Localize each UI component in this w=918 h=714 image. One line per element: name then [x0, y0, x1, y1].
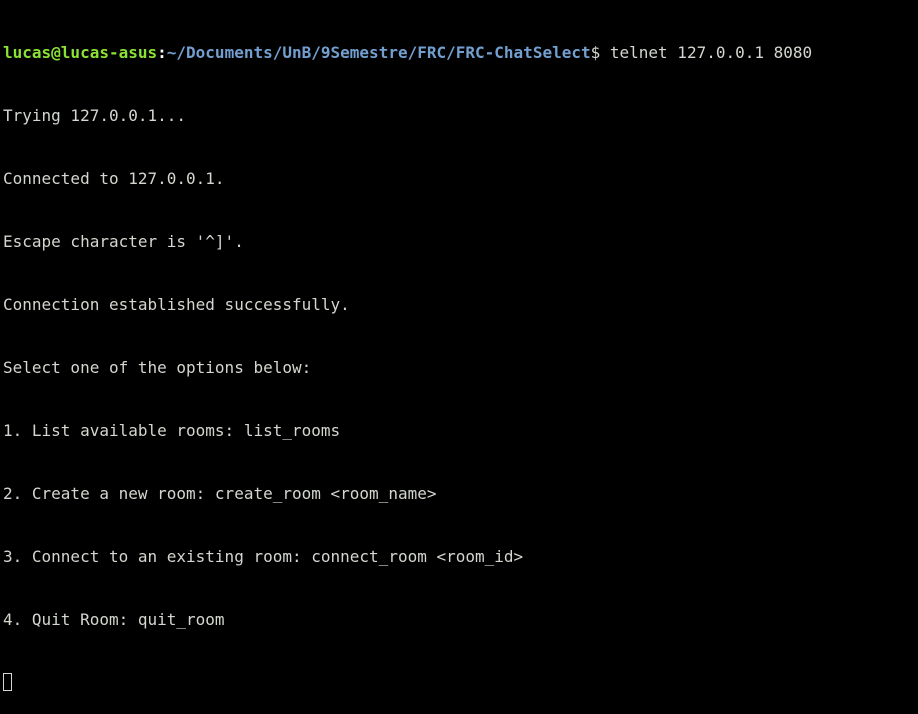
output-line-4: Connection established successfully. — [3, 295, 350, 314]
text-cursor — [3, 673, 12, 691]
prompt-separator: : — [157, 43, 167, 62]
output-line-5: Select one of the options below: — [3, 358, 312, 377]
output-line-3: Escape character is '^]'. — [3, 232, 244, 251]
scrollbar[interactable] — [914, 0, 918, 478]
output-line-1: Trying 127.0.0.1... — [3, 106, 187, 125]
prompt-path: ~/Documents/UnB/9Semestre/FRC/FRC-ChatSe… — [166, 43, 591, 62]
output-line-8: 3. Connect to an existing room: connect_… — [3, 547, 524, 566]
terminal-window[interactable]: lucas@lucas-asus:~/Documents/UnB/9Semest… — [3, 0, 913, 691]
output-line-6: 1. List available rooms: list_rooms — [3, 421, 341, 440]
input-line[interactable] — [3, 672, 913, 693]
output-line-9: 4. Quit Room: quit_room — [3, 610, 225, 629]
output-line-2: Connected to 127.0.0.1. — [3, 169, 225, 188]
prompt-command: telnet 127.0.0.1 8080 — [609, 43, 813, 62]
prompt-symbol: $ — [590, 43, 610, 62]
output-line-7: 2. Create a new room: create_room <room_… — [3, 484, 437, 503]
prompt-line: lucas@lucas-asus:~/Documents/UnB/9Semest… — [3, 42, 913, 63]
prompt-user-host: lucas@lucas-asus — [3, 43, 158, 62]
